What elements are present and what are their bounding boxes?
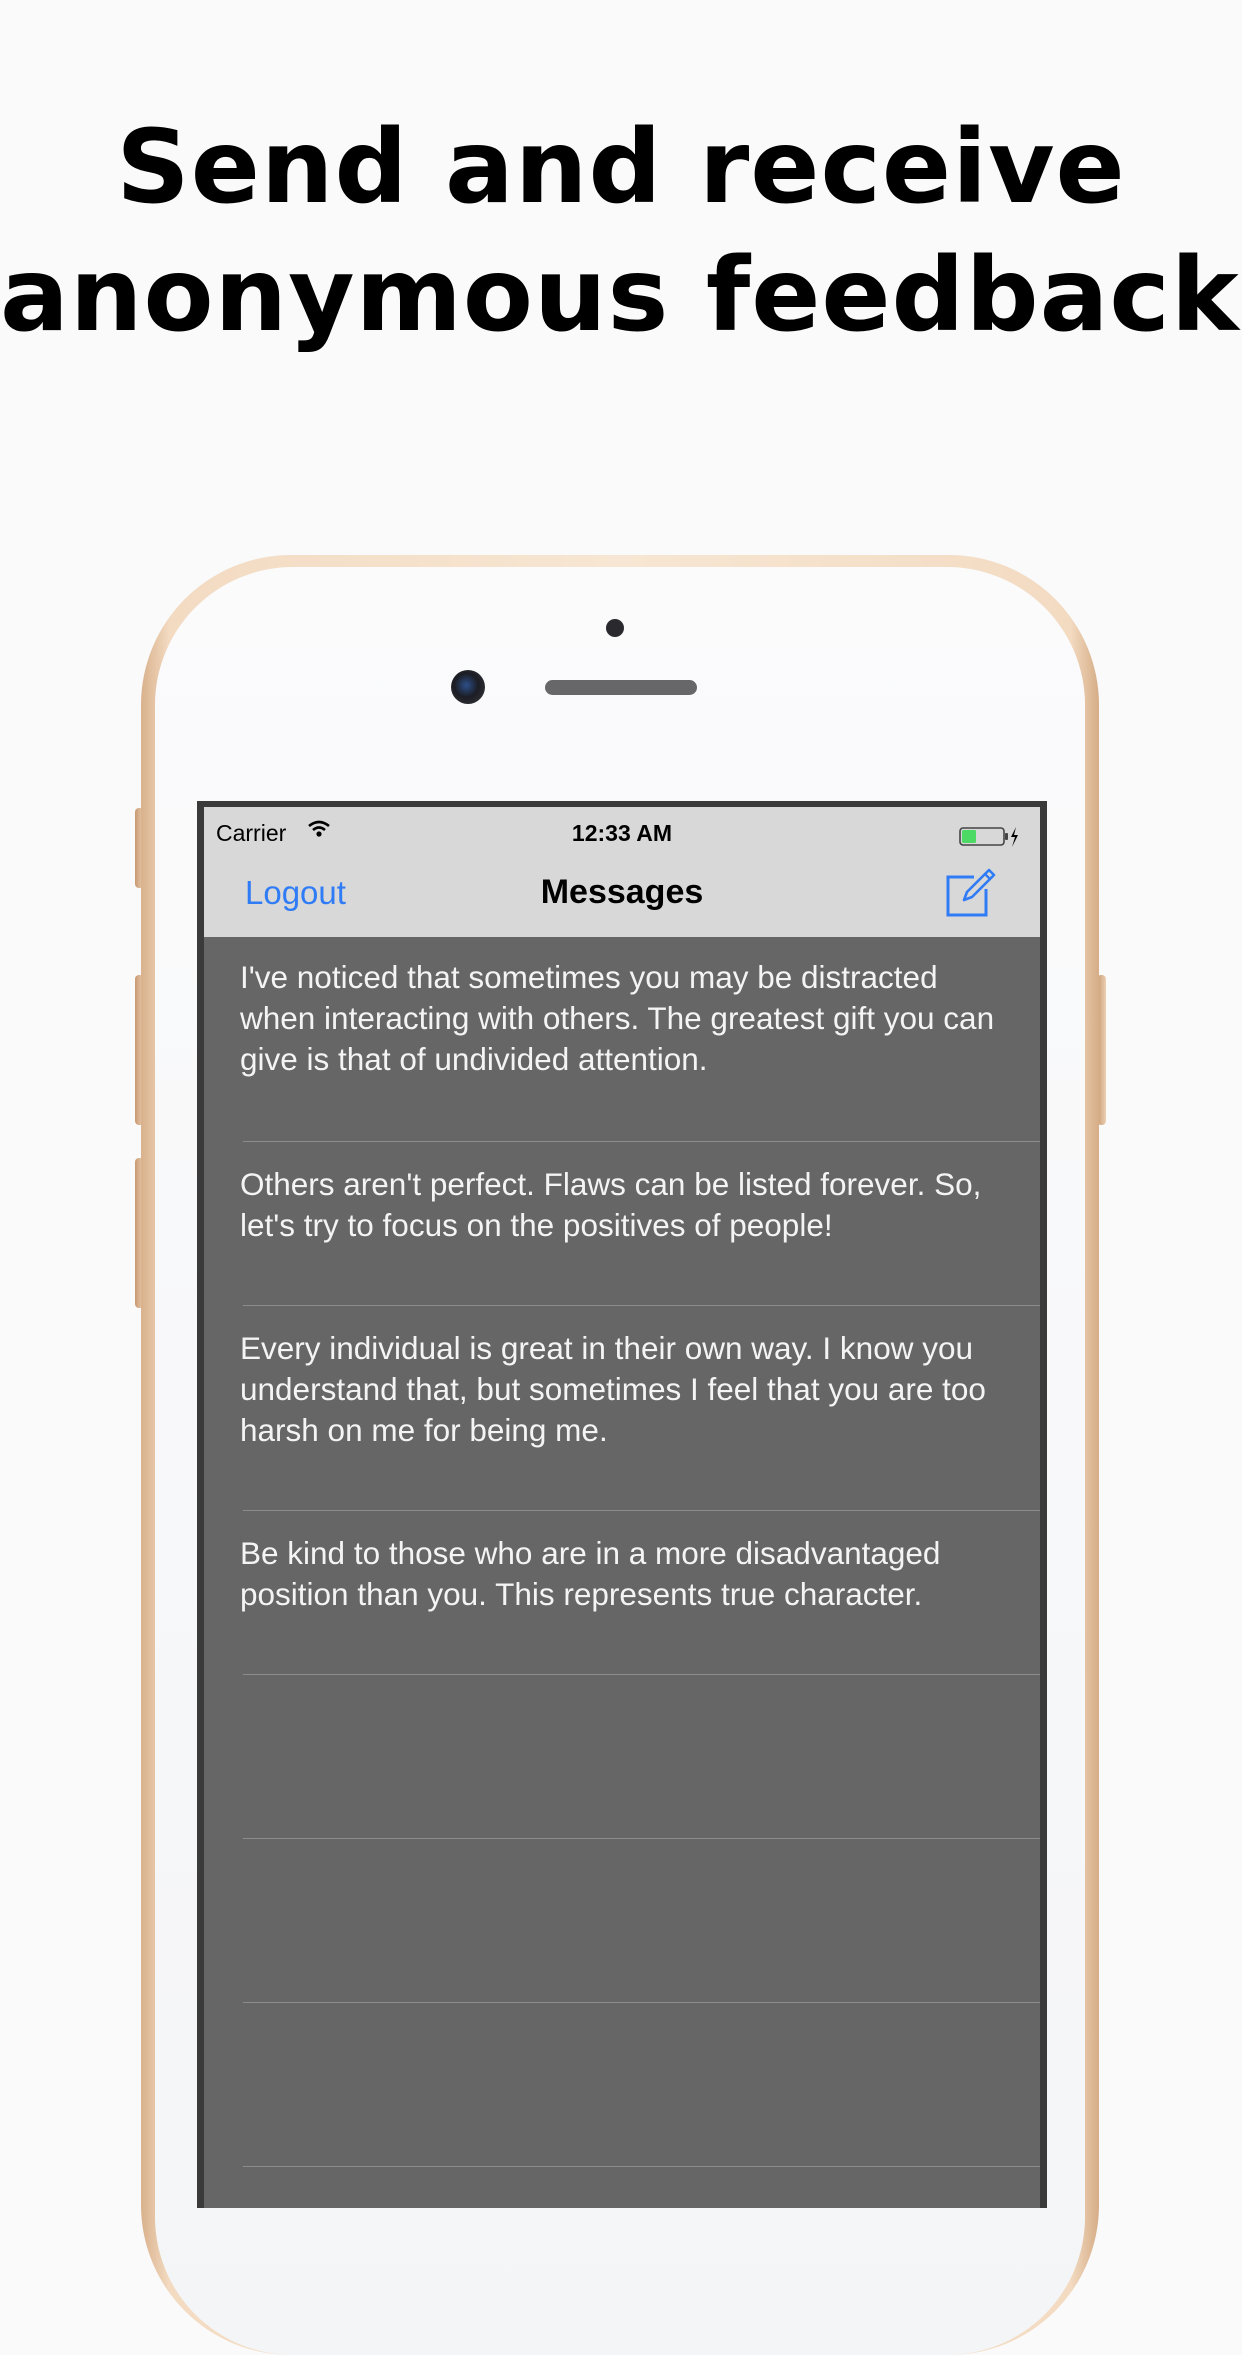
battery-icon [959, 827, 1018, 847]
list-item[interactable]: I've noticed that sometimes you may be d… [240, 937, 1040, 1142]
messages-list[interactable]: I've noticed that sometimes you may be d… [204, 937, 1040, 2167]
navigation-bar: Carrier 12:33 AM Logout Messages [204, 807, 1040, 937]
status-time: 12:33 AM [571, 820, 673, 846]
message-text: Be kind to those who are in a more disad… [240, 1535, 941, 1612]
message-text: I've noticed that sometimes you may be d… [240, 959, 995, 1077]
message-text: Every individual is great in their own w… [240, 1330, 986, 1448]
page-title: Messages [540, 873, 704, 911]
list-item[interactable]: Others aren't perfect. Flaws can be list… [240, 1142, 1040, 1306]
app-screen: Carrier 12:33 AM Logout Messages I've no… [204, 807, 1040, 2208]
headline-line-2: anonymous feedback. [0, 236, 1242, 355]
list-item[interactable] [243, 1839, 1040, 2003]
front-camera-icon [451, 670, 485, 704]
list-item[interactable]: Be kind to those who are in a more disad… [240, 1511, 1040, 1675]
compose-icon[interactable] [944, 867, 996, 919]
proximity-sensor [606, 619, 624, 637]
list-item[interactable] [243, 2003, 1040, 2167]
list-item[interactable]: Every individual is great in their own w… [240, 1306, 1040, 1511]
earpiece-speaker [545, 680, 697, 695]
headline-line-1: Send and receive [116, 108, 1126, 227]
message-text: Others aren't perfect. Flaws can be list… [240, 1166, 982, 1243]
list-item[interactable] [243, 1675, 1040, 1839]
phone-screen: Carrier 12:33 AM Logout Messages I've no… [197, 801, 1047, 2208]
headline: Send and receive anonymous feedback. [0, 104, 1242, 360]
